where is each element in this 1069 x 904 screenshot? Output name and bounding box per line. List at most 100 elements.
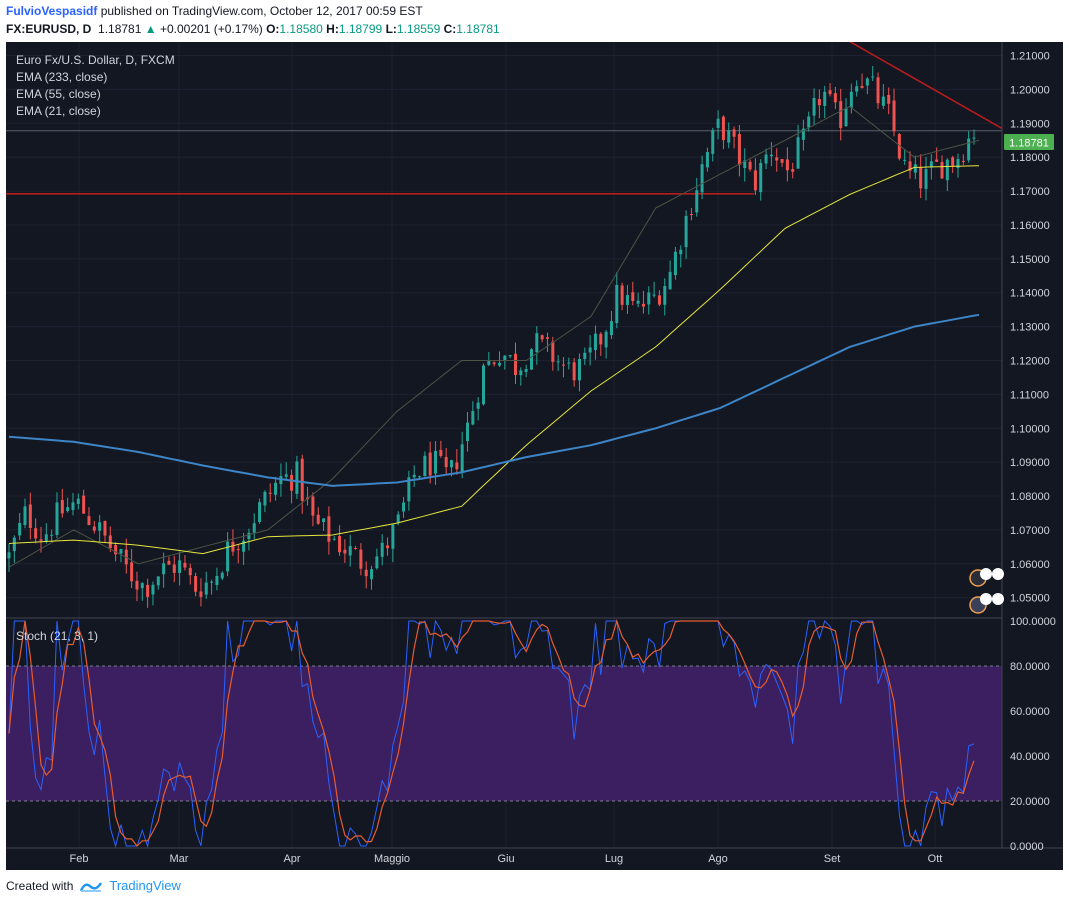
legend-ema55[interactable]: EMA (55, close) [16,87,101,101]
event-badge-icon[interactable] [992,593,1004,605]
candle-body [183,562,187,568]
price-tick-label: 1.17000 [1010,186,1050,198]
candle-body [290,474,294,491]
candle-body [284,474,288,477]
candle-body [199,591,203,597]
open-label: O: [266,22,280,36]
candle-body [348,546,352,556]
tradingview-link[interactable]: TradingView [109,878,181,893]
candle-body [263,491,267,506]
event-badge-icon[interactable] [980,568,992,580]
candle-body [903,159,907,161]
candle-body [812,98,816,116]
candle-body [780,159,784,163]
candle-body [684,215,688,248]
stoch-tick-label: 80.0000 [1010,661,1050,673]
candle-body [135,580,139,590]
candle-body [274,482,278,495]
candle-body [769,154,773,157]
candle-body [652,294,656,296]
candle-body [44,534,48,542]
candle-body [343,549,347,554]
candle-body [172,564,176,573]
candle-body [721,116,725,141]
candle-body [679,249,683,255]
candle-body [268,492,272,494]
candle-body [162,563,166,575]
candle-body [940,162,944,179]
price-tick-label: 1.14000 [1010,288,1050,300]
stoch-band [6,666,1002,801]
candle-body [178,560,182,573]
candle-body [300,458,304,501]
candle-body [636,300,640,304]
price-tick-label: 1.05000 [1010,593,1050,605]
candle-body [98,522,102,531]
candle-body [876,77,880,104]
created-with-label: Created with [6,878,74,893]
candle-body [620,285,624,305]
candle-body [711,130,715,154]
candle-body [631,292,635,301]
publish-info: FulvioVespasidf published on TradingView… [6,4,423,18]
candle-body [204,582,208,595]
time-axis-label: Mar [170,853,189,865]
candle-body [412,474,416,478]
legend-ema233[interactable]: EMA (233, close) [16,70,107,84]
legend-instrument: Euro Fx/U.S. Dollar, D, FXCM [16,53,175,67]
candle-body [252,523,256,533]
candle-body [663,286,667,305]
candle-body [503,355,507,361]
candle-body [439,449,443,457]
candle-body [935,159,939,162]
candle-body [359,549,363,569]
price-tick-label: 1.10000 [1010,423,1050,435]
time-axis-label: Feb [70,853,89,865]
candle-body [55,502,59,536]
price-tick-label: 1.20000 [1010,84,1050,96]
candle-body [471,411,475,425]
candle-body [545,337,549,339]
candle-body [39,539,43,541]
candle-body [540,335,544,340]
candle-body [28,504,32,528]
candle-body [492,362,496,365]
candle-body [668,271,672,290]
candle-body [775,157,779,161]
time-axis-label: Giu [497,853,514,865]
candle-body [753,170,757,191]
legend-ema21[interactable]: EMA (21, close) [16,104,101,118]
price-tick-label: 1.15000 [1010,254,1050,266]
event-badge-icon[interactable] [980,593,992,605]
candle-body [572,362,576,381]
symbol-label: FX:EURUSD, D [6,22,92,36]
time-axis-label: Lug [605,853,623,865]
price-tick-label: 1.21000 [1010,51,1050,63]
candle-body [737,133,741,165]
candle-body [220,572,224,579]
candle-body [103,520,107,536]
candle-body [828,90,832,95]
candle-body [146,584,150,597]
legend-stoch[interactable]: Stoch (21, 3, 1) [16,629,98,643]
chart-canvas[interactable]: 1.21000 1.20000 1.19000 1.18000 1.17000 1.160… [6,42,1063,870]
stoch-tick-label: 0.0000 [1010,841,1044,853]
published-text: published on TradingView.com, October 12… [100,4,423,18]
candle-body [386,545,390,549]
low-value: 1.18559 [396,22,441,36]
price-tick-label: 1.07000 [1010,525,1050,537]
candle-body [396,514,400,523]
candle-body [657,295,661,305]
candle-body [807,116,811,128]
candle-body [188,567,192,576]
candle-body [791,169,795,172]
candle-body [482,365,486,405]
candle-body [418,476,422,478]
candle-body [855,86,859,92]
candle-body [593,333,597,351]
candle-body [556,361,560,363]
candle-body [951,157,955,166]
event-badge-icon[interactable] [992,568,1004,580]
candle-body [428,452,432,476]
author-link[interactable]: FulvioVespasidf [6,4,97,18]
